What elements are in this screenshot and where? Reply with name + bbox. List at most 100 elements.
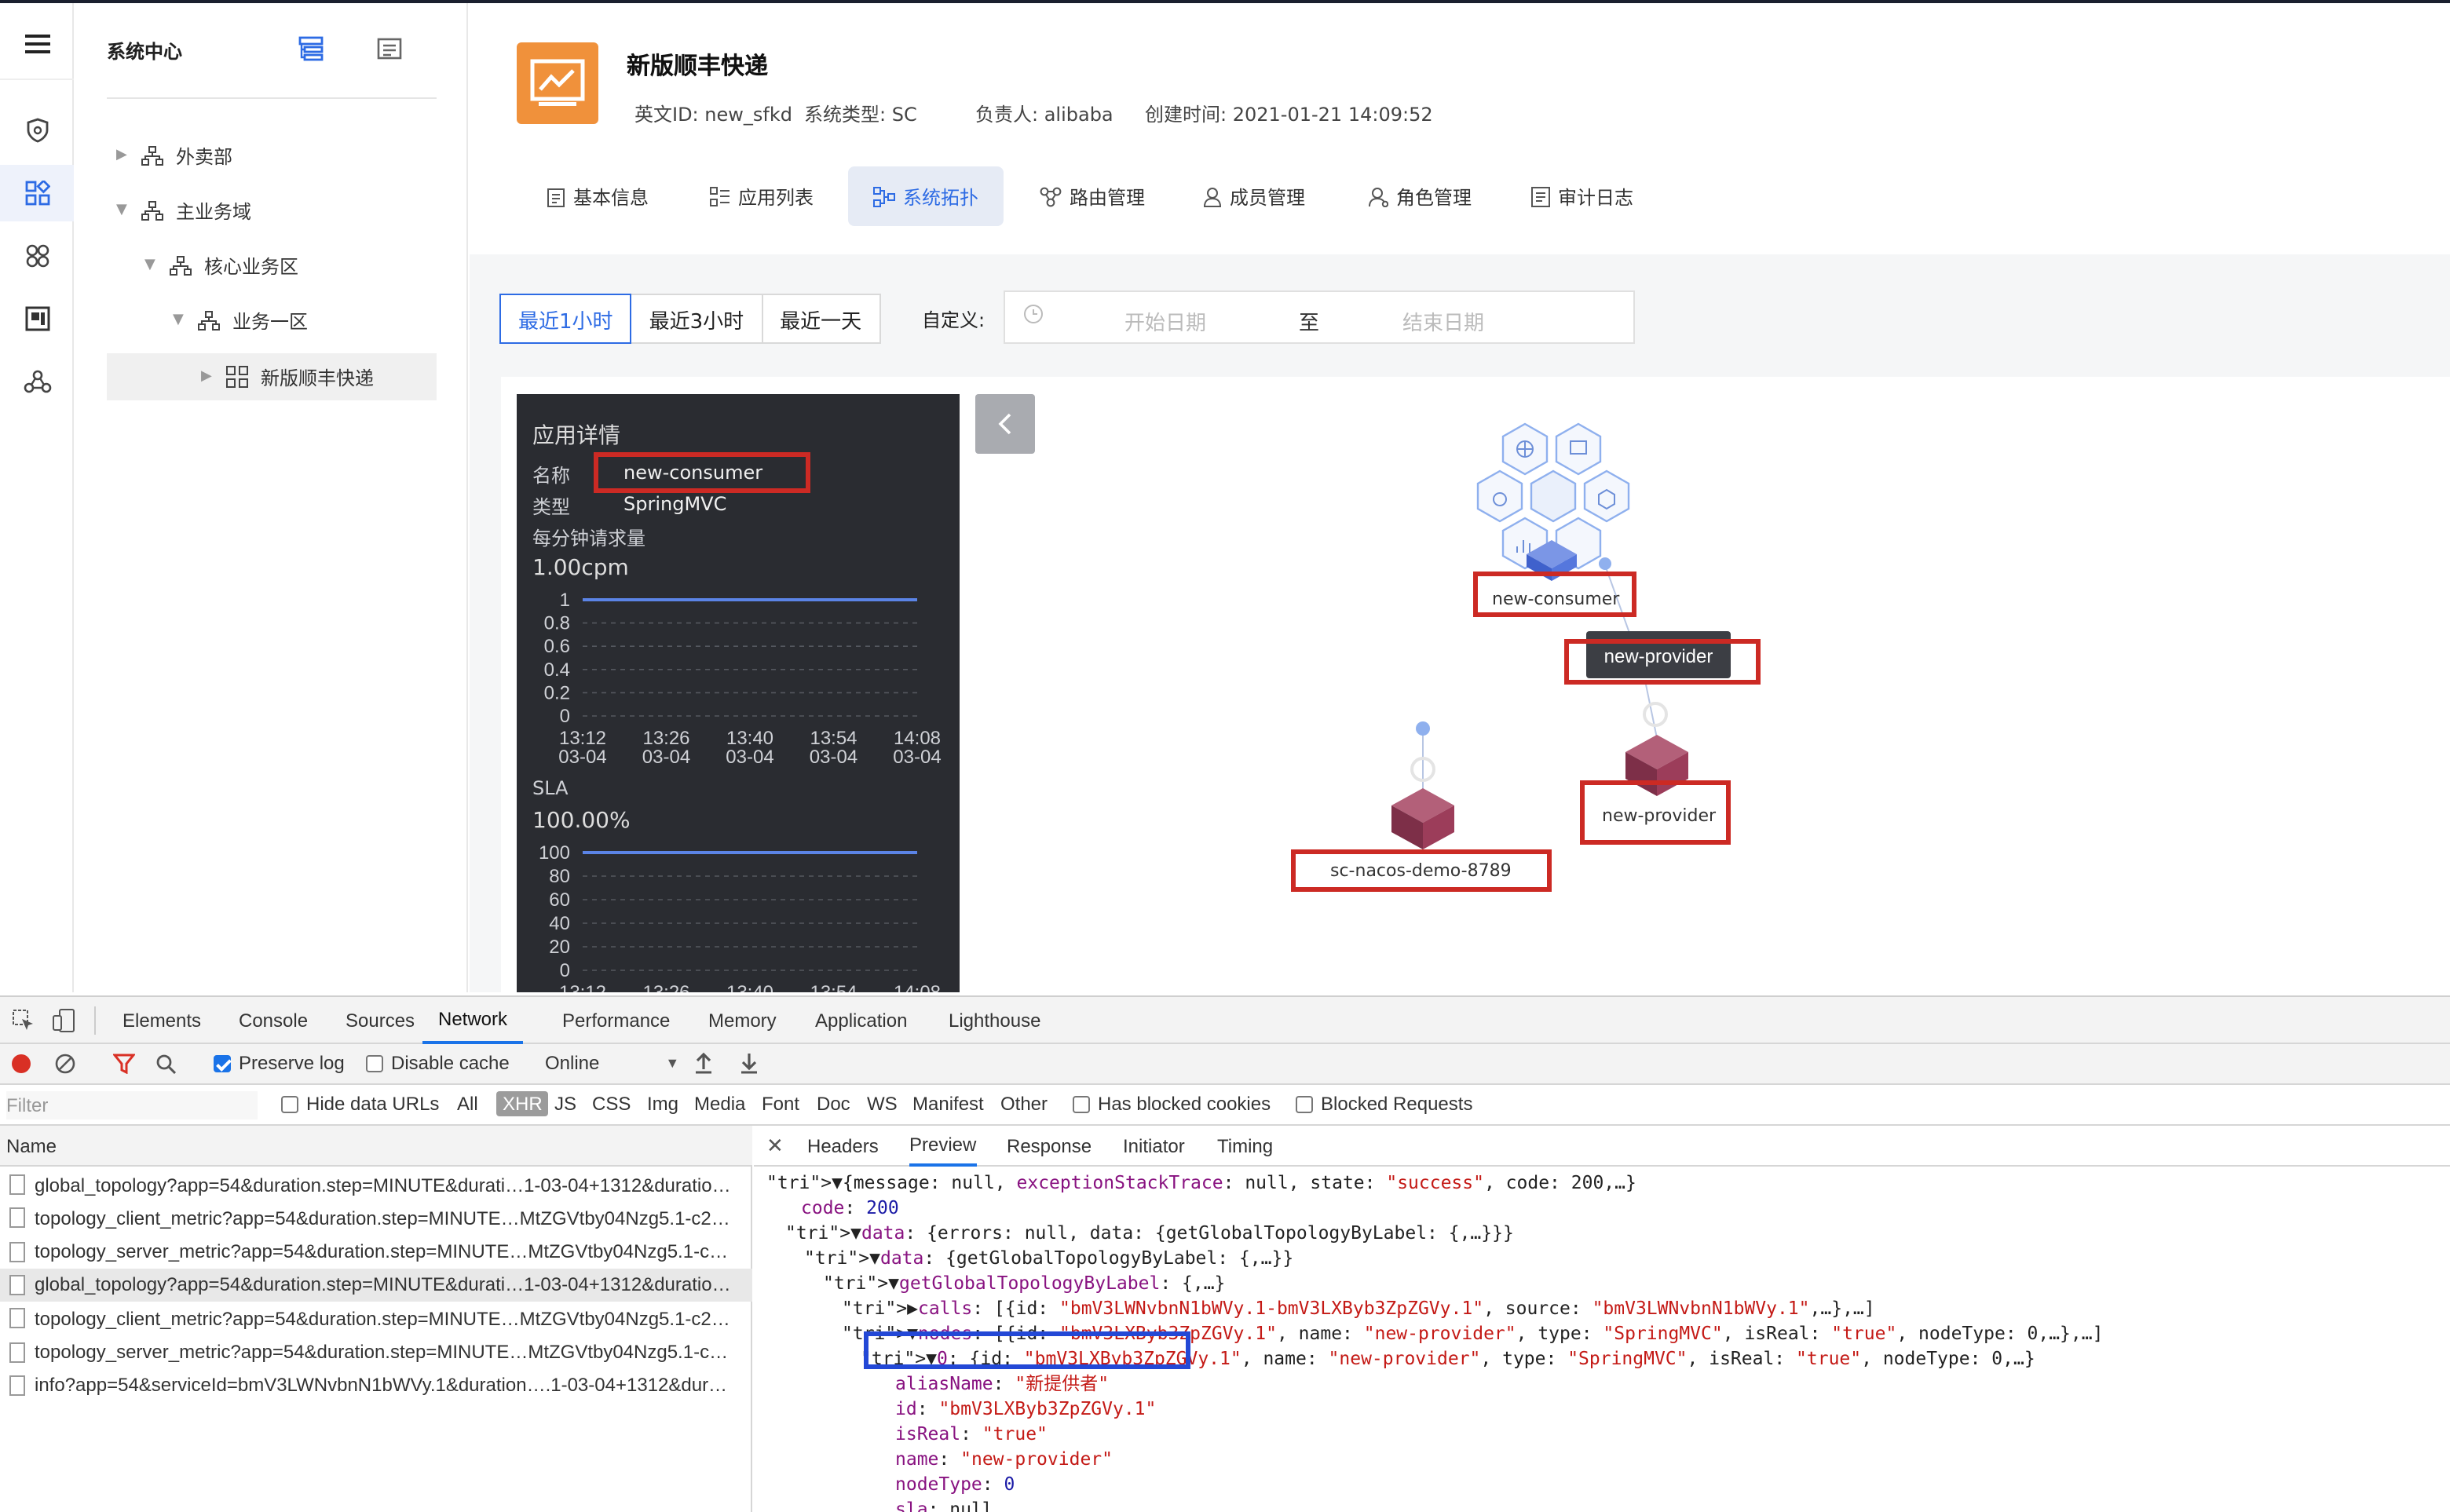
start-date-input[interactable]: 开始日期 <box>1124 306 1206 336</box>
devtools-tab-network[interactable]: Network <box>422 997 524 1044</box>
devtools-tab-performance[interactable]: Performance <box>562 997 670 1044</box>
dashboard-icon[interactable] <box>0 290 74 347</box>
devtools-tab-sources[interactable]: Sources <box>346 997 415 1044</box>
tree-node-zone-one[interactable]: ▼ 业务一区 <box>173 297 437 344</box>
type-ws[interactable]: WS <box>867 1093 898 1115</box>
preview-tab-preview[interactable]: Preview <box>909 1126 977 1167</box>
type-css[interactable]: CSS <box>592 1093 631 1115</box>
request-row[interactable]: global_topology?app=54&duration.step=MIN… <box>0 1168 752 1201</box>
type-doc[interactable]: Doc <box>817 1093 850 1115</box>
tab-system-topology[interactable]: 系统拓扑 <box>848 166 1004 226</box>
caret-down-icon[interactable]: ▼ <box>144 257 170 273</box>
devtools-tab-console[interactable]: Console <box>239 997 308 1044</box>
search-icon[interactable] <box>155 1054 176 1074</box>
x-tick-label: 03-04 <box>810 747 858 768</box>
x-tick-label: 13:26 <box>642 728 689 749</box>
file-icon <box>9 1342 25 1362</box>
file-icon <box>9 1308 25 1329</box>
filter-input[interactable]: Filter <box>6 1091 258 1119</box>
request-row[interactable]: global_topology?app=54&duration.step=MIN… <box>0 1268 752 1302</box>
request-name: topology_client_metric?app=54&duration.s… <box>35 1207 730 1229</box>
tree-node-new-sf-express[interactable]: ▶ 新版顺丰快递 <box>107 353 437 400</box>
preview-tab-response[interactable]: Response <box>1007 1126 1092 1167</box>
json-line[interactable]: "tri">▼{message: null, exceptionStackTra… <box>766 1170 1636 1195</box>
collapse-panel-button[interactable] <box>975 394 1035 454</box>
menu-icon[interactable] <box>0 16 74 72</box>
cpm-label: 每分钟请求量 <box>532 528 646 550</box>
caret-right-icon[interactable]: ▶ <box>116 148 141 163</box>
last-3h-button[interactable]: 最近3小时 <box>630 294 763 344</box>
hide-data-urls-checkbox[interactable]: Hide data URLs <box>281 1093 439 1115</box>
tab-basic-info[interactable]: 基本信息 <box>531 166 664 226</box>
y-tick-label: 80 <box>549 866 570 887</box>
devtools-tab-lighthouse[interactable]: Lighthouse <box>949 997 1040 1044</box>
devtools-tab-memory[interactable]: Memory <box>708 997 777 1044</box>
tree-view-icon[interactable] <box>297 35 325 68</box>
json-line[interactable]: "tri">▼data: {getGlobalTopologyByLabel: … <box>804 1245 1293 1270</box>
request-row[interactable]: topology_client_metric?app=54&duration.s… <box>0 1302 752 1335</box>
list-view-icon[interactable] <box>375 35 404 68</box>
range-separator: 至 <box>1299 312 1320 336</box>
caret-down-icon[interactable]: ▼ <box>173 312 198 328</box>
json-line[interactable]: "tri">▼data: {errors: null, data: {getGl… <box>785 1220 1514 1245</box>
record-icon[interactable] <box>11 1054 31 1074</box>
last-1h-button[interactable]: 最近1小时 <box>499 294 632 344</box>
type-label: 类型 <box>532 496 571 518</box>
type-media[interactable]: Media <box>694 1093 745 1115</box>
x-tick-label: 14:08 <box>894 982 941 992</box>
preview-tab-initiator[interactable]: Initiator <box>1123 1126 1185 1167</box>
tab-audit-log[interactable]: 审计日志 <box>1516 166 1649 226</box>
upload-icon[interactable] <box>694 1052 713 1074</box>
tree-node-core-zone[interactable]: ▼ 核心业务区 <box>144 242 437 289</box>
devtools-tab-application[interactable]: Application <box>815 997 907 1044</box>
has-blocked-cookies-label: Has blocked cookies <box>1098 1093 1271 1115</box>
type-img[interactable]: Img <box>647 1093 678 1115</box>
devtools-tab-elements[interactable]: Elements <box>122 997 201 1044</box>
has-blocked-cookies-checkbox[interactable]: Has blocked cookies <box>1073 1093 1271 1115</box>
request-row[interactable]: topology_server_metric?app=54&duration.s… <box>0 1335 752 1368</box>
inspect-element-icon[interactable] <box>13 1010 35 1036</box>
preserve-log-checkbox[interactable]: Preserve log <box>214 1052 345 1074</box>
apps-icon[interactable] <box>0 165 74 221</box>
json-line[interactable]: "tri">▼getGlobalTopologyByLabel: {,…} <box>823 1270 1225 1295</box>
name-column-header[interactable]: Name <box>0 1126 752 1167</box>
blocked-requests-checkbox[interactable]: Blocked Requests <box>1296 1093 1472 1115</box>
date-range-picker[interactable]: 开始日期 至 结束日期 <box>1004 290 1635 344</box>
tab-app-list[interactable]: 应用列表 <box>694 166 829 226</box>
modules-icon[interactable] <box>0 228 74 284</box>
type-all[interactable]: All <box>457 1093 478 1115</box>
preview-tab-timing[interactable]: Timing <box>1217 1126 1273 1167</box>
throttle-select[interactable]: Online ▼ <box>545 1052 679 1074</box>
clear-icon[interactable] <box>55 1054 75 1074</box>
tree-node-waimai[interactable]: ▶ 外卖部 <box>116 132 437 179</box>
filter-icon[interactable] <box>113 1054 135 1074</box>
json-line[interactable]: "tri">▶calls: [{id: "bmV3LWNvbnN1bWVy.1-… <box>842 1295 1875 1320</box>
type-xhr[interactable]: XHR <box>496 1091 549 1116</box>
caret-down-icon[interactable]: ▼ <box>116 203 141 218</box>
shield-icon[interactable] <box>0 102 74 159</box>
tab-role-management[interactable]: 角色管理 <box>1352 166 1487 226</box>
caret-right-icon[interactable]: ▶ <box>201 369 226 385</box>
download-icon[interactable] <box>740 1052 759 1074</box>
request-row[interactable]: info?app=54&serviceId=bmV3LWNvbnN1bWVy.1… <box>0 1369 752 1402</box>
json-line: name: "new-provider" <box>895 1448 1113 1470</box>
type-other[interactable]: Other <box>1000 1093 1048 1115</box>
request-name: global_topology?app=54&duration.step=MIN… <box>35 1273 731 1296</box>
type-manifest[interactable]: Manifest <box>912 1093 984 1115</box>
endpoint-dot <box>1599 557 1611 570</box>
preview-tab-headers[interactable]: Headers <box>807 1126 879 1167</box>
type-font[interactable]: Font <box>762 1093 799 1115</box>
close-icon[interactable]: ✕ <box>766 1134 784 1159</box>
request-row[interactable]: topology_client_metric?app=54&duration.s… <box>0 1202 752 1235</box>
tree-node-main-domain[interactable]: ▼ 主业务域 <box>116 187 437 234</box>
tab-route-management[interactable]: 路由管理 <box>1024 166 1161 226</box>
request-row[interactable]: topology_server_metric?app=54&duration.s… <box>0 1235 752 1268</box>
tab-member-management[interactable]: 成员管理 <box>1187 166 1321 226</box>
tree-title: 系统中心 <box>107 41 183 63</box>
device-toolbar-icon[interactable] <box>52 1008 77 1038</box>
network-icon[interactable] <box>0 353 74 410</box>
type-js[interactable]: JS <box>554 1093 576 1115</box>
last-day-button[interactable]: 最近一天 <box>761 294 881 344</box>
disable-cache-checkbox[interactable]: Disable cache <box>366 1052 510 1074</box>
end-date-input[interactable]: 结束日期 <box>1402 306 1484 336</box>
